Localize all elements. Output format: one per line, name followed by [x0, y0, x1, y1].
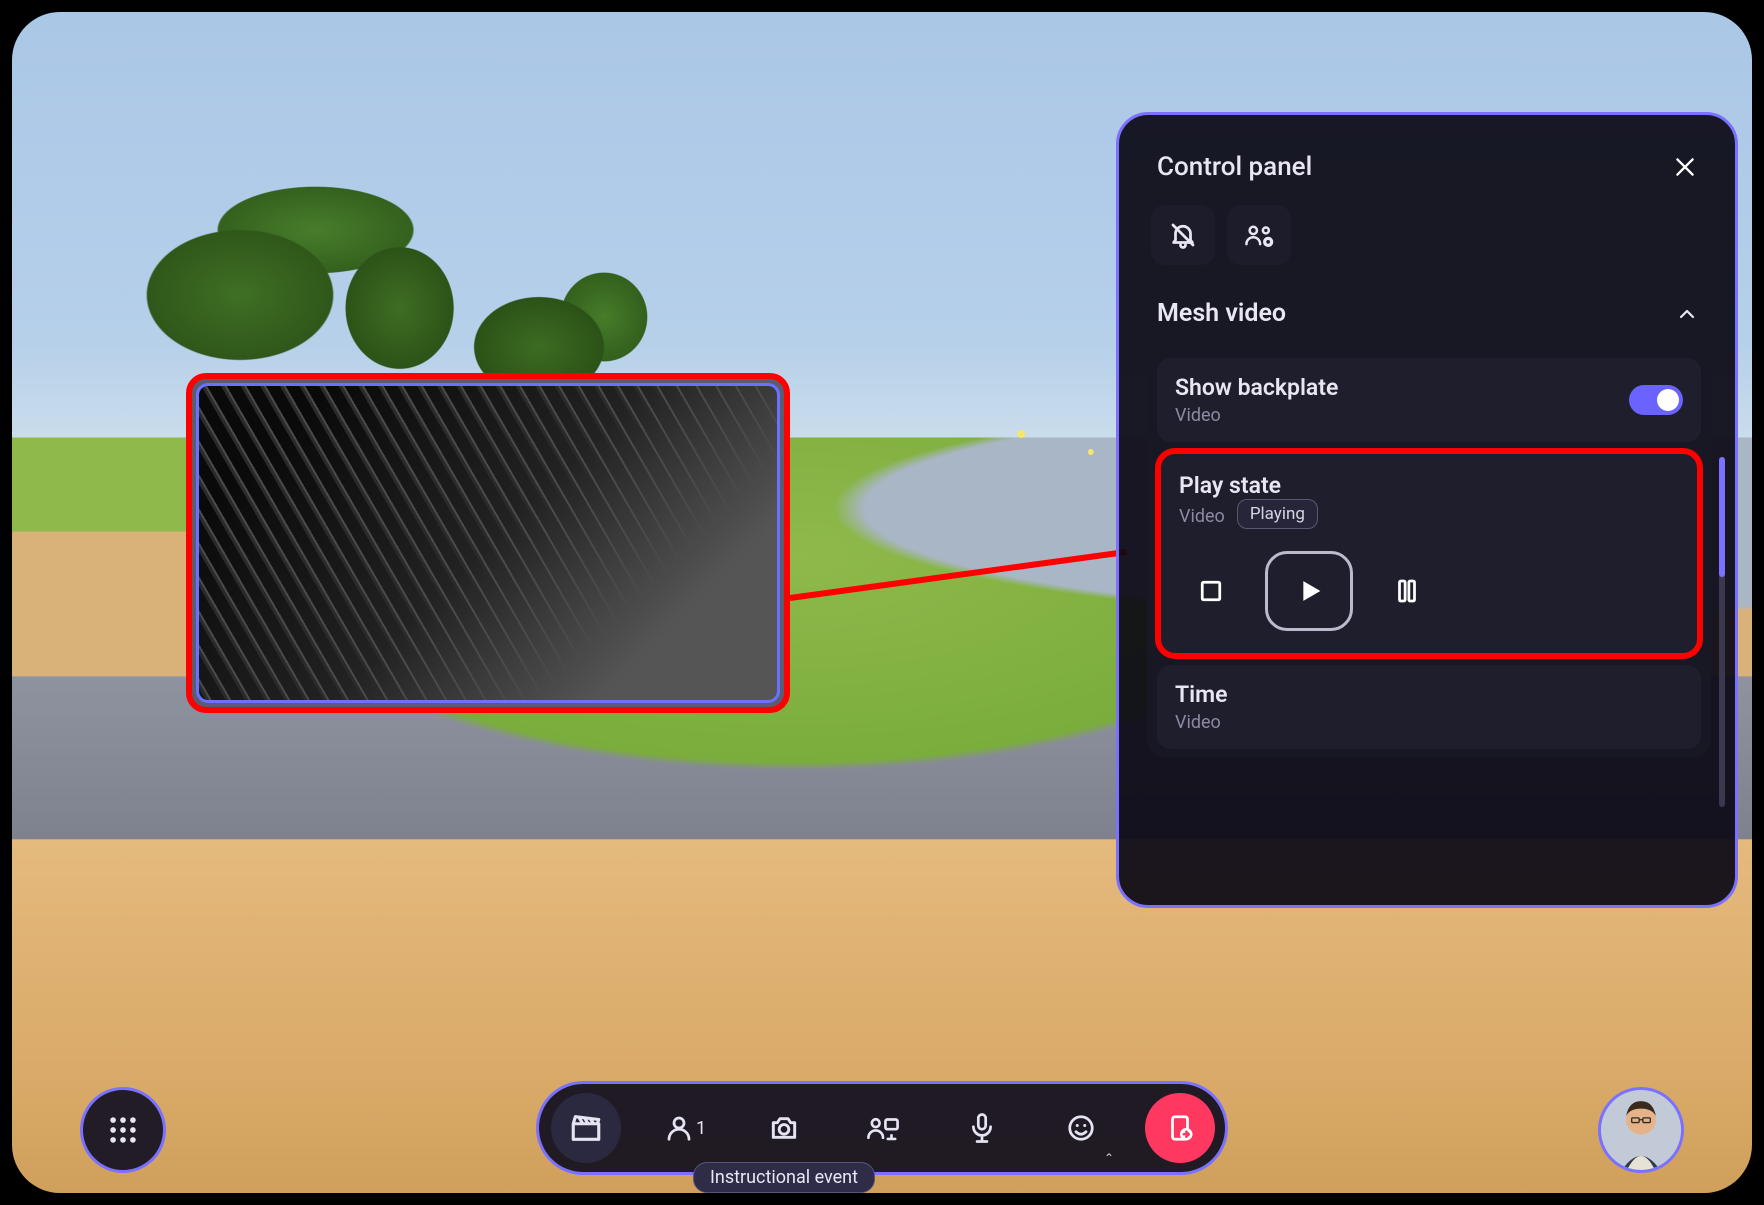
bottom-toolbar: 1 Instructional event ⌃ [536, 1081, 1228, 1175]
control-panel-header: Control panel [1147, 145, 1711, 205]
smile-icon [1066, 1113, 1096, 1143]
backplate-toggle[interactable] [1629, 385, 1683, 415]
close-button[interactable] [1665, 147, 1705, 187]
row-label-backplate: Show backplate [1175, 374, 1338, 401]
leave-icon [1165, 1113, 1195, 1143]
panel-scrollbar[interactable] [1719, 457, 1725, 807]
people-share-icon [866, 1113, 900, 1143]
reactions-button[interactable]: ⌃ [1046, 1093, 1116, 1163]
chevron-up-icon: ⌃ [1104, 1151, 1114, 1165]
chevron-up-icon [1675, 302, 1699, 326]
clapper-button[interactable] [551, 1093, 621, 1163]
control-panel-toolbar [1147, 205, 1711, 285]
row-sublabel-backplate: Video [1175, 405, 1338, 426]
pause-icon [1392, 576, 1422, 606]
screenshare-button[interactable] [848, 1093, 918, 1163]
row-time: Time Video [1157, 665, 1701, 749]
camera-button[interactable]: Instructional event [749, 1093, 819, 1163]
play-icon [1292, 574, 1326, 608]
people-button[interactable]: 1 [650, 1093, 720, 1163]
world-video-screen[interactable] [196, 383, 780, 703]
leave-button[interactable] [1145, 1093, 1215, 1163]
camera-icon [768, 1112, 800, 1144]
close-icon [1672, 154, 1698, 180]
stop-button[interactable] [1187, 567, 1235, 615]
row-label-time: Time [1175, 681, 1683, 708]
stop-icon [1196, 576, 1226, 606]
bell-icon [1168, 220, 1198, 250]
dock-tooltip: Instructional event [693, 1162, 875, 1193]
people-gear-icon [1243, 220, 1275, 250]
user-avatar[interactable] [1598, 1087, 1684, 1173]
clapperboard-icon [569, 1111, 603, 1145]
avatar-image [1601, 1090, 1681, 1170]
section-title: Mesh video [1157, 299, 1286, 328]
mic-button[interactable] [947, 1093, 1017, 1163]
microphone-icon [967, 1112, 997, 1144]
pause-button[interactable] [1383, 567, 1431, 615]
person-icon [664, 1113, 694, 1143]
play-button[interactable] [1265, 551, 1353, 631]
control-panel-title: Control panel [1157, 152, 1312, 182]
grid-icon [106, 1113, 140, 1147]
people-settings-button[interactable] [1227, 205, 1291, 265]
section-body: Show backplate Video Play state Video Pl… [1147, 346, 1711, 757]
people-count: 1 [696, 1118, 706, 1139]
row-label-playstate: Play state [1179, 472, 1679, 499]
world-video-screen-highlight [186, 373, 790, 713]
play-state-badge: Playing [1237, 499, 1318, 529]
row-play-state-highlight: Play state Video Playing [1155, 448, 1703, 659]
play-controls [1179, 551, 1679, 631]
row-sublabel-time: Video [1175, 712, 1683, 733]
row-sublabel-playstate: Video [1179, 506, 1225, 527]
section-header-mesh-video[interactable]: Mesh video [1147, 291, 1711, 336]
apps-menu-button[interactable] [80, 1087, 166, 1173]
notify-button[interactable] [1151, 205, 1215, 265]
control-panel: Control panel Mesh video [1116, 112, 1738, 908]
row-show-backplate: Show backplate Video [1157, 358, 1701, 442]
